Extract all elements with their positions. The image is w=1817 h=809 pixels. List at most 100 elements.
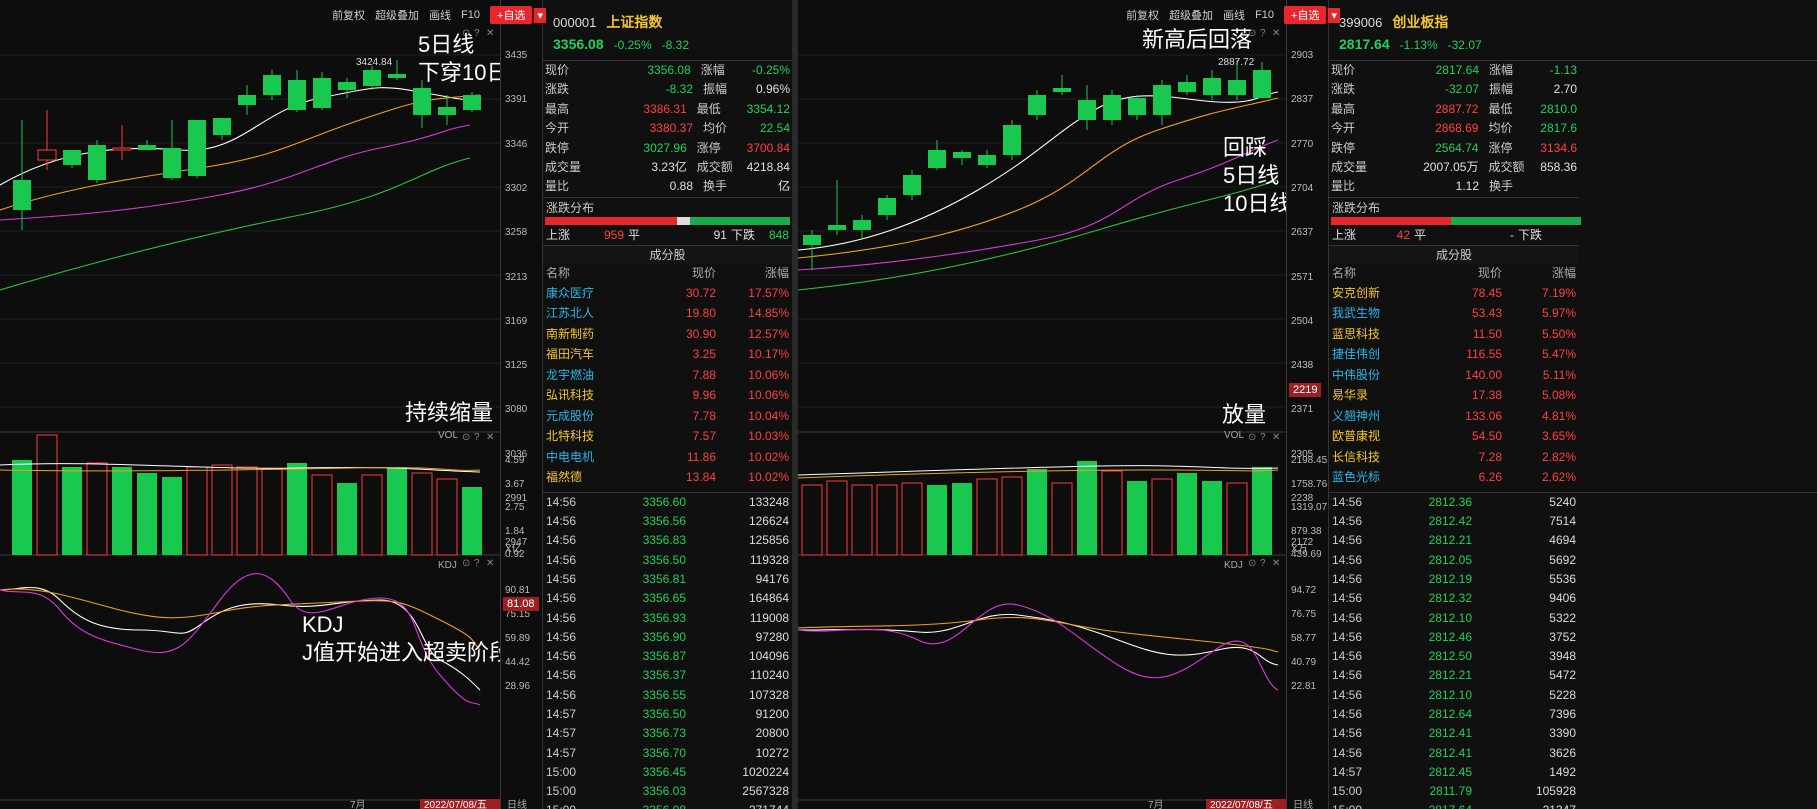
stock-code: 399006: [1339, 14, 1383, 30]
f10-button[interactable]: F10: [1255, 9, 1274, 21]
constituent-price: 7.78: [692, 408, 716, 423]
distribution-title: 涨跌分布: [1329, 196, 1579, 217]
tick-row: 14:56 3356.93 119008: [543, 609, 792, 628]
constituent-row[interactable]: 义翘神州 133.06 4.81%: [1329, 406, 1579, 427]
left-kline-chart[interactable]: 3424.84VOLKDJ⊙⊙⊙???✕✕✕7月 2022/07/08/五5日线下…: [0, 0, 500, 809]
constituent-row[interactable]: 南新制药 30.90 12.57%: [543, 324, 792, 345]
constituent-row[interactable]: 福然德 13.84 10.02%: [543, 467, 792, 488]
tick-price: 3356.56: [642, 514, 686, 529]
draw-button[interactable]: 画线: [429, 7, 451, 23]
overlay-menu[interactable]: 超级叠加: [1169, 7, 1213, 23]
help-icon[interactable]: ?: [474, 432, 480, 443]
info-icon[interactable]: ⊙: [1248, 558, 1256, 569]
f10-button[interactable]: F10: [461, 9, 480, 21]
help-icon[interactable]: ?: [474, 558, 480, 569]
close-icon[interactable]: ✕: [1272, 28, 1280, 39]
tick-row: 14:56 3356.87 104096: [543, 647, 792, 666]
quote-label: 涨跌: [1331, 82, 1356, 97]
quote-value: -1.13: [1549, 63, 1577, 77]
kdj-tick-label: 28.96: [505, 681, 531, 692]
constituent-row[interactable]: 弘讯科技 9.96 10.06%: [543, 385, 792, 406]
candle-body-down: [13, 180, 31, 210]
info-icon[interactable]: ⊙: [1248, 432, 1256, 443]
down-count: [1546, 225, 1576, 245]
candle-body-down: [213, 118, 231, 135]
period-label[interactable]: 日线: [507, 796, 527, 809]
constituent-row[interactable]: 安克创新 78.45 7.19%: [1329, 283, 1579, 304]
volume-bar-down: [952, 483, 972, 555]
info-icon[interactable]: ⊙: [462, 432, 470, 443]
constituents-title: 成分股: [1329, 244, 1579, 264]
close-icon[interactable]: ✕: [1272, 558, 1280, 569]
close-icon[interactable]: ✕: [486, 558, 494, 569]
constituent-row[interactable]: 蓝思科技 11.50 5.50%: [1329, 324, 1579, 345]
volume-bar-down: [1127, 481, 1147, 555]
quote-label: 涨跌: [545, 82, 570, 97]
help-icon[interactable]: ?: [1260, 28, 1266, 39]
constituent-row[interactable]: 中电电机 11.86 10.02%: [543, 447, 792, 468]
volume-tick-label: 879.38: [1291, 525, 1322, 537]
add-favorite-button[interactable]: +自选: [1284, 6, 1327, 24]
annotation-text: KDJ: [302, 612, 344, 637]
help-icon[interactable]: ?: [474, 28, 480, 39]
tick-volume: 164864: [748, 591, 789, 606]
add-favorite-button[interactable]: +自选: [490, 6, 533, 24]
kdj-k-line: [798, 613, 1279, 666]
overlay-menu[interactable]: 超级叠加: [375, 7, 419, 23]
right-kline-chart[interactable]: 2887.72VOLKDJ⊙⊙⊙???✕✕✕7月 2022/07/08/五新高后回…: [798, 0, 1286, 809]
constituent-row[interactable]: 我武生物 53.43 5.97%: [1329, 303, 1579, 324]
constituent-row[interactable]: 北特科技 7.57 10.03%: [543, 426, 792, 447]
favorite-dropdown-icon[interactable]: ▾: [533, 7, 546, 23]
tick-time: 14:56: [546, 629, 577, 644]
constituent-row[interactable]: 欧普康视 54.50 3.65%: [1329, 426, 1579, 447]
constituent-row[interactable]: 康众医疗 30.72 17.57%: [543, 283, 792, 304]
close-icon[interactable]: ✕: [1272, 432, 1280, 443]
constituent-change: 5.08%: [1541, 388, 1576, 403]
constituent-name: 蓝思科技: [1332, 326, 1381, 341]
quote-label: 振幅: [703, 82, 728, 97]
constituent-row[interactable]: 龙宇燃油 7.88 10.06%: [543, 365, 792, 386]
constituent-change: 10.06%: [748, 388, 789, 403]
tick-volume: 97280: [755, 629, 789, 644]
draw-button[interactable]: 画线: [1223, 7, 1245, 23]
tick-volume: 2567328: [742, 784, 789, 799]
constituent-row[interactable]: 福田汽车 3.25 10.17%: [543, 344, 792, 365]
constituent-change: 5.50%: [1541, 326, 1576, 341]
constituent-price: 11.50: [1472, 326, 1502, 341]
close-icon[interactable]: ✕: [486, 432, 494, 443]
tick-time: 14:56: [1332, 726, 1363, 741]
period-label[interactable]: 日线: [1293, 796, 1313, 809]
constituent-row[interactable]: 江苏北人 19.80 14.85%: [543, 303, 792, 324]
help-icon[interactable]: ?: [1260, 432, 1266, 443]
constituent-change: 5.47%: [1541, 347, 1576, 362]
tick-row: 15:00 3356.03 2567328: [543, 782, 792, 801]
constituent-row[interactable]: 中伟股份 140.00 5.11%: [1329, 365, 1579, 386]
constituent-change: 2.82%: [1541, 449, 1576, 464]
tick-row: 14:56 3356.50 119328: [543, 551, 792, 570]
constituent-row[interactable]: 捷佳伟创 116.55 5.47%: [1329, 344, 1579, 365]
constituent-row[interactable]: 长信科技 7.28 2.82%: [1329, 447, 1579, 468]
favorite-dropdown-icon[interactable]: ▾: [1327, 7, 1340, 23]
tick-volume: 119008: [749, 610, 789, 625]
fq-menu[interactable]: 前复权: [1126, 7, 1159, 23]
help-icon[interactable]: ?: [1260, 558, 1266, 569]
info-icon[interactable]: ⊙: [462, 558, 470, 569]
fq-menu[interactable]: 前复权: [332, 7, 365, 23]
constituent-change: 10.02%: [748, 449, 789, 464]
tick-row: 14:56 3356.65 164864: [543, 589, 792, 608]
quote-label: 量比: [1331, 179, 1356, 194]
quote-row: 现价 3356.08 涨幅 -0.25%: [543, 61, 792, 80]
distribution-flat-segment: [677, 216, 690, 225]
right-toolbar: 前复权 超级叠加 画线 F10 +自选 ▾: [1126, 6, 1340, 24]
tick-volume: 5692: [1549, 552, 1576, 567]
close-icon[interactable]: ✕: [486, 28, 494, 39]
volume-bar-down: [462, 487, 482, 555]
left-price-axis: 3435 3391 3346 3302 3258 3213 3169 3125 3080 3036…: [500, 0, 542, 809]
tick-volume: 21347: [1472, 801, 1576, 809]
tick-volume: 133248: [748, 494, 789, 509]
constituent-change: 12.57%: [748, 326, 789, 341]
constituent-row[interactable]: 蓝色光标 6.26 2.62%: [1329, 467, 1579, 488]
column-header: 现价: [691, 265, 716, 280]
constituent-row[interactable]: 元成股份 7.78 10.04%: [543, 406, 792, 427]
constituent-row[interactable]: 易华录 17.38 5.08%: [1329, 385, 1579, 406]
